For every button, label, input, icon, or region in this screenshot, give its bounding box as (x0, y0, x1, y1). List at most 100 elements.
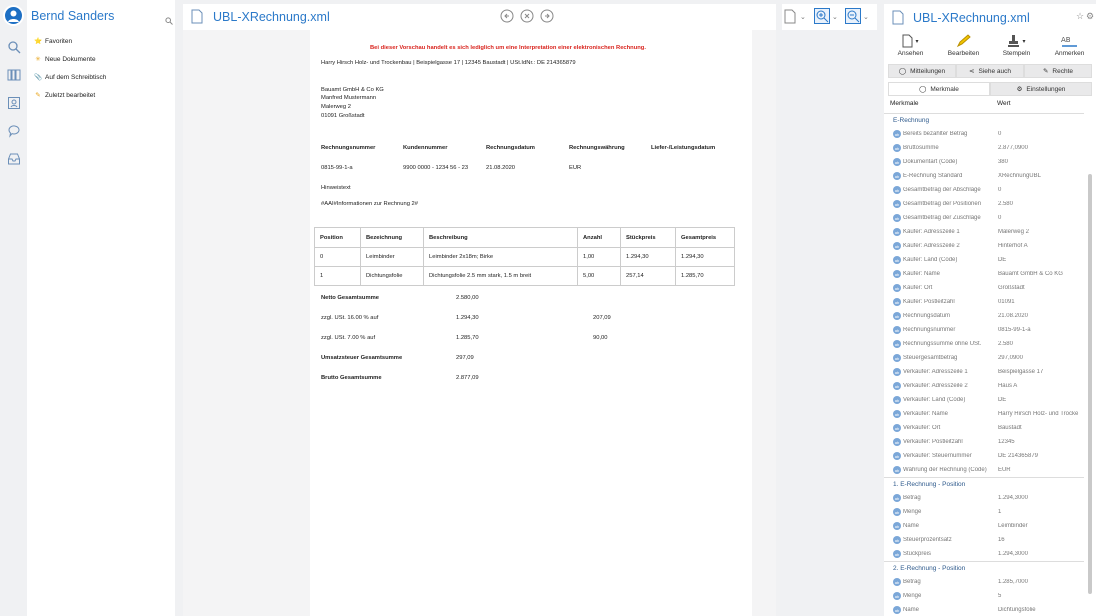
brutto-value: 2.877,09 (456, 375, 479, 381)
scrollbar[interactable] (1088, 174, 1092, 594)
property-row[interactable]: ab Bereits bezahlter Betrag 0 (884, 127, 1084, 141)
tab-einstellungen[interactable]: ⚙ Einstellungen (990, 82, 1092, 96)
library-icon[interactable] (0, 61, 27, 89)
nav-item-neue-dokumente[interactable]: ✳ Neue Dokumente (31, 50, 171, 68)
close-icon[interactable] (520, 9, 534, 28)
invoice-page: Bei dieser Vorschau handelt es sich ledi… (310, 30, 752, 616)
pencil-icon: ✎ (35, 92, 41, 99)
recipient-line: 01091 Großstadt (321, 113, 365, 119)
property-row[interactable]: ab Steuerprozentsatz 16 (884, 533, 1084, 547)
property-row[interactable]: ab Verkäufer: Land (Code) DE (884, 393, 1084, 407)
property-row[interactable]: ab Menge 5 (884, 589, 1084, 603)
property-row[interactable]: ab Käufer: Postleitzahl 01091 (884, 295, 1084, 309)
edit-button[interactable]: Bearbeiten (937, 32, 990, 65)
property-row[interactable]: ab Steuergesamtbetrag 297,0900 (884, 351, 1084, 365)
property-row[interactable]: ab Name Leimbinder (884, 519, 1084, 533)
back-icon[interactable] (500, 9, 514, 28)
meta-value: 9900 0000 - 1234 56 - 23 (403, 165, 469, 171)
property-value: DE (997, 397, 1007, 403)
property-row[interactable]: ab Rechnungsnummer 0815-99-1-a (884, 323, 1084, 337)
text-field-icon: ab (893, 172, 901, 180)
panel-search-icon[interactable] (165, 12, 173, 30)
property-row[interactable]: ab Stückpreis 1.294,3000 (884, 547, 1084, 561)
property-row[interactable]: ab Verkäufer: Name Harry Hirsch Holz- und … (884, 407, 1084, 421)
property-row[interactable]: ab Betrag 1.285,7000 (884, 575, 1084, 589)
property-row[interactable]: ab Gesamtbetrag der Abschläge 0 (884, 183, 1084, 197)
property-value: EUR (997, 467, 1011, 473)
property-row[interactable]: ab Bruttosumme 2.877,0900 (884, 141, 1084, 155)
property-row[interactable]: ab Verkäufer: Ort Baustadt (884, 421, 1084, 435)
view-button[interactable]: ▾ Ansehen (884, 32, 937, 65)
property-row[interactable]: ab Käufer: Adresszeile 1 Malerweg 2 (884, 225, 1084, 239)
property-value: DE 214365879 (997, 453, 1038, 459)
tab-merkmale[interactable]: ◯ Merkmale (888, 82, 990, 96)
pencil-icon (937, 32, 990, 50)
inbox-icon[interactable] (0, 145, 27, 173)
property-row[interactable]: ab Käufer: Name Bauamt GmbH & Co KG (884, 267, 1084, 281)
nav-item-schreibtisch[interactable]: 📎 Auf dem Schreibtisch (31, 68, 171, 86)
hint-label: Hinweistext (321, 185, 351, 191)
property-row[interactable]: ab Verkäufer: Steuernummer DE 214365879 (884, 449, 1084, 463)
page-icon[interactable] (784, 9, 796, 29)
forward-icon[interactable] (540, 9, 554, 28)
property-row[interactable]: ab Rechnungssumme ohne USt. 2.580 (884, 337, 1084, 351)
text-field-icon: ab (893, 508, 901, 516)
text-field-icon: ab (893, 606, 901, 614)
gear-icon[interactable]: ⚙ (1086, 11, 1094, 22)
property-row[interactable]: ab Käufer: Ort Großstadt (884, 281, 1084, 295)
table-cell: 257,14 (620, 266, 676, 286)
property-row[interactable]: ab Verkäufer: Adresszeile 2 Haus A (884, 379, 1084, 393)
property-row[interactable]: ab Rechnungsdatum 21.08.2020 (884, 309, 1084, 323)
left-panel: Bernd Sanders ⭐ Favoriten ✳ Neue Dokumente… (27, 0, 175, 616)
property-key: Verkäufer: Postleitzahl (903, 439, 963, 445)
share-icon: ⋖ (969, 68, 975, 75)
property-value: 16 (997, 537, 1005, 543)
tab-rechte[interactable]: ✎ Rechte (1024, 64, 1092, 78)
property-row[interactable]: ab Dokumentart (Code) 380 (884, 155, 1084, 169)
property-key: Verkäufer: Steuernummer (903, 453, 972, 459)
nav-item-favoriten[interactable]: ⭐ Favoriten (31, 32, 171, 50)
tab-mitteilungen[interactable]: ◯ Mitteilungen (888, 64, 956, 78)
text-field-icon: ab (893, 438, 901, 446)
annotate-icon: AB (1043, 32, 1096, 50)
property-row[interactable]: ab E-Rechnung Standard XRechnungUBL (884, 169, 1084, 183)
chevron-down-icon[interactable]: ⌄ (832, 13, 838, 21)
contacts-icon[interactable] (0, 89, 27, 117)
property-row[interactable]: ab Verkäufer: Postleitzahl 12345 (884, 435, 1084, 449)
annotate-button[interactable]: AB Anmerken (1043, 32, 1096, 65)
stamp-button[interactable]: ▾ Stempeln (990, 32, 1043, 65)
tab-siehe-auch[interactable]: ⋖ Siehe auch (956, 64, 1024, 78)
hint-text: #AAI#Informationen zur Rechnung 2# (321, 201, 418, 207)
property-key: Menge (903, 593, 922, 599)
property-row[interactable]: ab Name Dichtungsfolie (884, 603, 1084, 616)
property-section[interactable]: 2. E-Rechnung - Position (884, 561, 1084, 575)
property-row[interactable]: ab Menge 1 (884, 505, 1084, 519)
meta-header: Rechnungswährung (569, 145, 625, 151)
zoom-out-icon[interactable] (845, 8, 861, 29)
search-icon[interactable] (0, 33, 27, 61)
chat-icon[interactable] (0, 117, 27, 145)
tab-row: ◯ Mitteilungen ⋖ Siehe auch ✎ Rechte (888, 64, 1092, 78)
property-row[interactable]: ab Käufer: Land (Code) DE (884, 253, 1084, 267)
meta-header: Rechnungsnummer (321, 145, 376, 151)
property-row[interactable]: ab Betrag 1.294,3000 (884, 491, 1084, 505)
nav-item-zuletzt-bearbeitet[interactable]: ✎ Zuletzt bearbeitet (31, 86, 171, 104)
property-row[interactable]: ab Währung der Rechnung (Code) EUR (884, 463, 1084, 477)
chevron-down-icon[interactable]: ⌄ (863, 13, 869, 21)
zoom-in-icon[interactable] (814, 8, 830, 29)
property-row[interactable]: ab Verkäufer: Adresszeile 1 Beispielgasse … (884, 365, 1084, 379)
property-section[interactable]: 1. E-Rechnung - Position (884, 477, 1084, 491)
property-section[interactable]: E-Rechnung (884, 113, 1084, 127)
property-row[interactable]: ab Käufer: Adresszeile 2 Hinterhof A (884, 239, 1084, 253)
avatar[interactable] (3, 5, 24, 26)
user-name[interactable]: Bernd Sanders (31, 9, 114, 23)
property-row[interactable]: ab Gesamtbetrag der Zuschläge 0 (884, 211, 1084, 225)
table-cell: 0 (314, 247, 361, 267)
property-value: 297,0900 (997, 355, 1023, 361)
chevron-down-icon[interactable]: ⌄ (800, 13, 806, 21)
table-cell: Dichtungsfolie 2.5 mm stark, 1.5 m breit (423, 266, 578, 286)
star-outline-icon[interactable]: ☆ (1076, 11, 1084, 22)
property-key: Käufer: Name (903, 271, 941, 277)
meta-header: Rechnungsdatum (486, 145, 535, 151)
property-row[interactable]: ab Gesamtbetrag der Positionen 2.580 (884, 197, 1084, 211)
